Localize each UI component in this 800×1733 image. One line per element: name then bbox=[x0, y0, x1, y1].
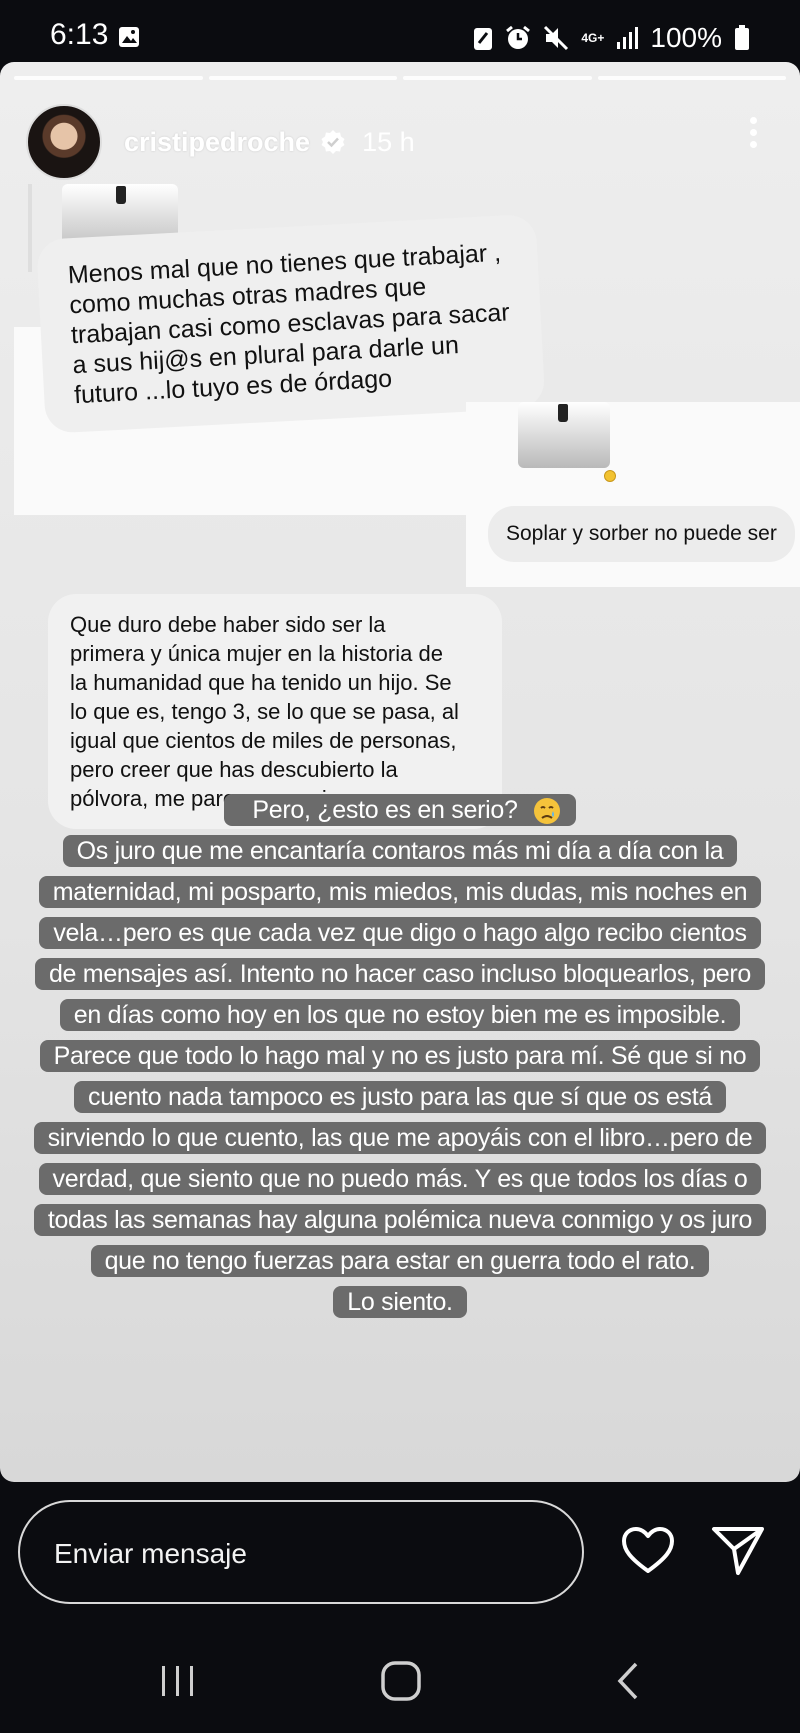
caption-line: Parece que todo lo hago mal y no es just… bbox=[39, 1040, 761, 1072]
home-icon[interactable] bbox=[380, 1660, 422, 1702]
caption-line: verdad, que siento que no puedo más. Y e… bbox=[38, 1163, 762, 1195]
mute-icon bbox=[544, 25, 569, 51]
send-message-field[interactable] bbox=[18, 1500, 584, 1604]
caption-line: cuento nada tampoco es justo para las qu… bbox=[74, 1081, 726, 1113]
story-card[interactable]: cristipedroche 15 h Menos mal que no tie… bbox=[0, 62, 800, 1482]
caption-line: de mensajes así. Intento no hacer caso i… bbox=[34, 958, 766, 990]
status-bar: 6:13 4G+ 100% bbox=[0, 0, 800, 70]
progress-segment bbox=[14, 76, 203, 80]
caption-line: Os juro que me encantaría contaros más m… bbox=[62, 835, 738, 867]
caption-line: maternidad, mi posparto, mis miedos, mis… bbox=[38, 876, 762, 908]
progress-segment bbox=[597, 76, 786, 80]
caption-line: en días como hoy en los que no estoy bie… bbox=[59, 999, 741, 1031]
recent-apps-icon[interactable] bbox=[158, 1664, 198, 1698]
caption-line: Pero, ¿esto es en serio? bbox=[238, 794, 532, 826]
caption-line: Lo siento. bbox=[333, 1286, 467, 1318]
status-time: 6:13 bbox=[50, 18, 109, 51]
alarm-icon bbox=[506, 25, 531, 49]
caption-line: que no tengo fuerzas para estar en guerr… bbox=[90, 1245, 710, 1277]
signal-icon bbox=[617, 27, 639, 49]
comment-bubble-1: Menos mal que no tienes que trabajar , c… bbox=[36, 213, 546, 434]
heart-icon[interactable] bbox=[620, 1525, 676, 1577]
quoted-image-frame bbox=[28, 184, 32, 272]
status-icons: 4G+ 100% bbox=[473, 22, 750, 54]
nfc-icon bbox=[474, 28, 493, 50]
story-caption: Pero, ¿esto es en serio? Os juro que me … bbox=[0, 790, 800, 1323]
caption-line: sirviendo lo que cuento, las que me apoy… bbox=[33, 1122, 767, 1154]
story-progress bbox=[14, 76, 786, 80]
gallery-notification-icon bbox=[119, 27, 139, 47]
send-icon[interactable] bbox=[710, 1525, 766, 1577]
caption-line: todas las semanas hay alguna polémica nu… bbox=[33, 1204, 767, 1236]
battery-icon bbox=[735, 25, 749, 50]
crying-face-icon bbox=[533, 798, 560, 825]
reaction-emoji-icon bbox=[604, 470, 616, 482]
message-input[interactable] bbox=[52, 1534, 536, 1574]
comment-bubble-2: Soplar y sorber no puede ser bbox=[488, 506, 795, 562]
progress-segment bbox=[403, 76, 592, 80]
caption-line: vela…pero es que cada vez que digo o hag… bbox=[39, 917, 761, 949]
quoted-image-thumbnail bbox=[518, 402, 610, 468]
network-type: 4G+ bbox=[581, 30, 605, 45]
more-options-icon[interactable] bbox=[750, 112, 760, 153]
battery-percent: 100% bbox=[650, 22, 722, 53]
back-icon[interactable] bbox=[612, 1660, 642, 1702]
progress-segment bbox=[208, 76, 397, 80]
